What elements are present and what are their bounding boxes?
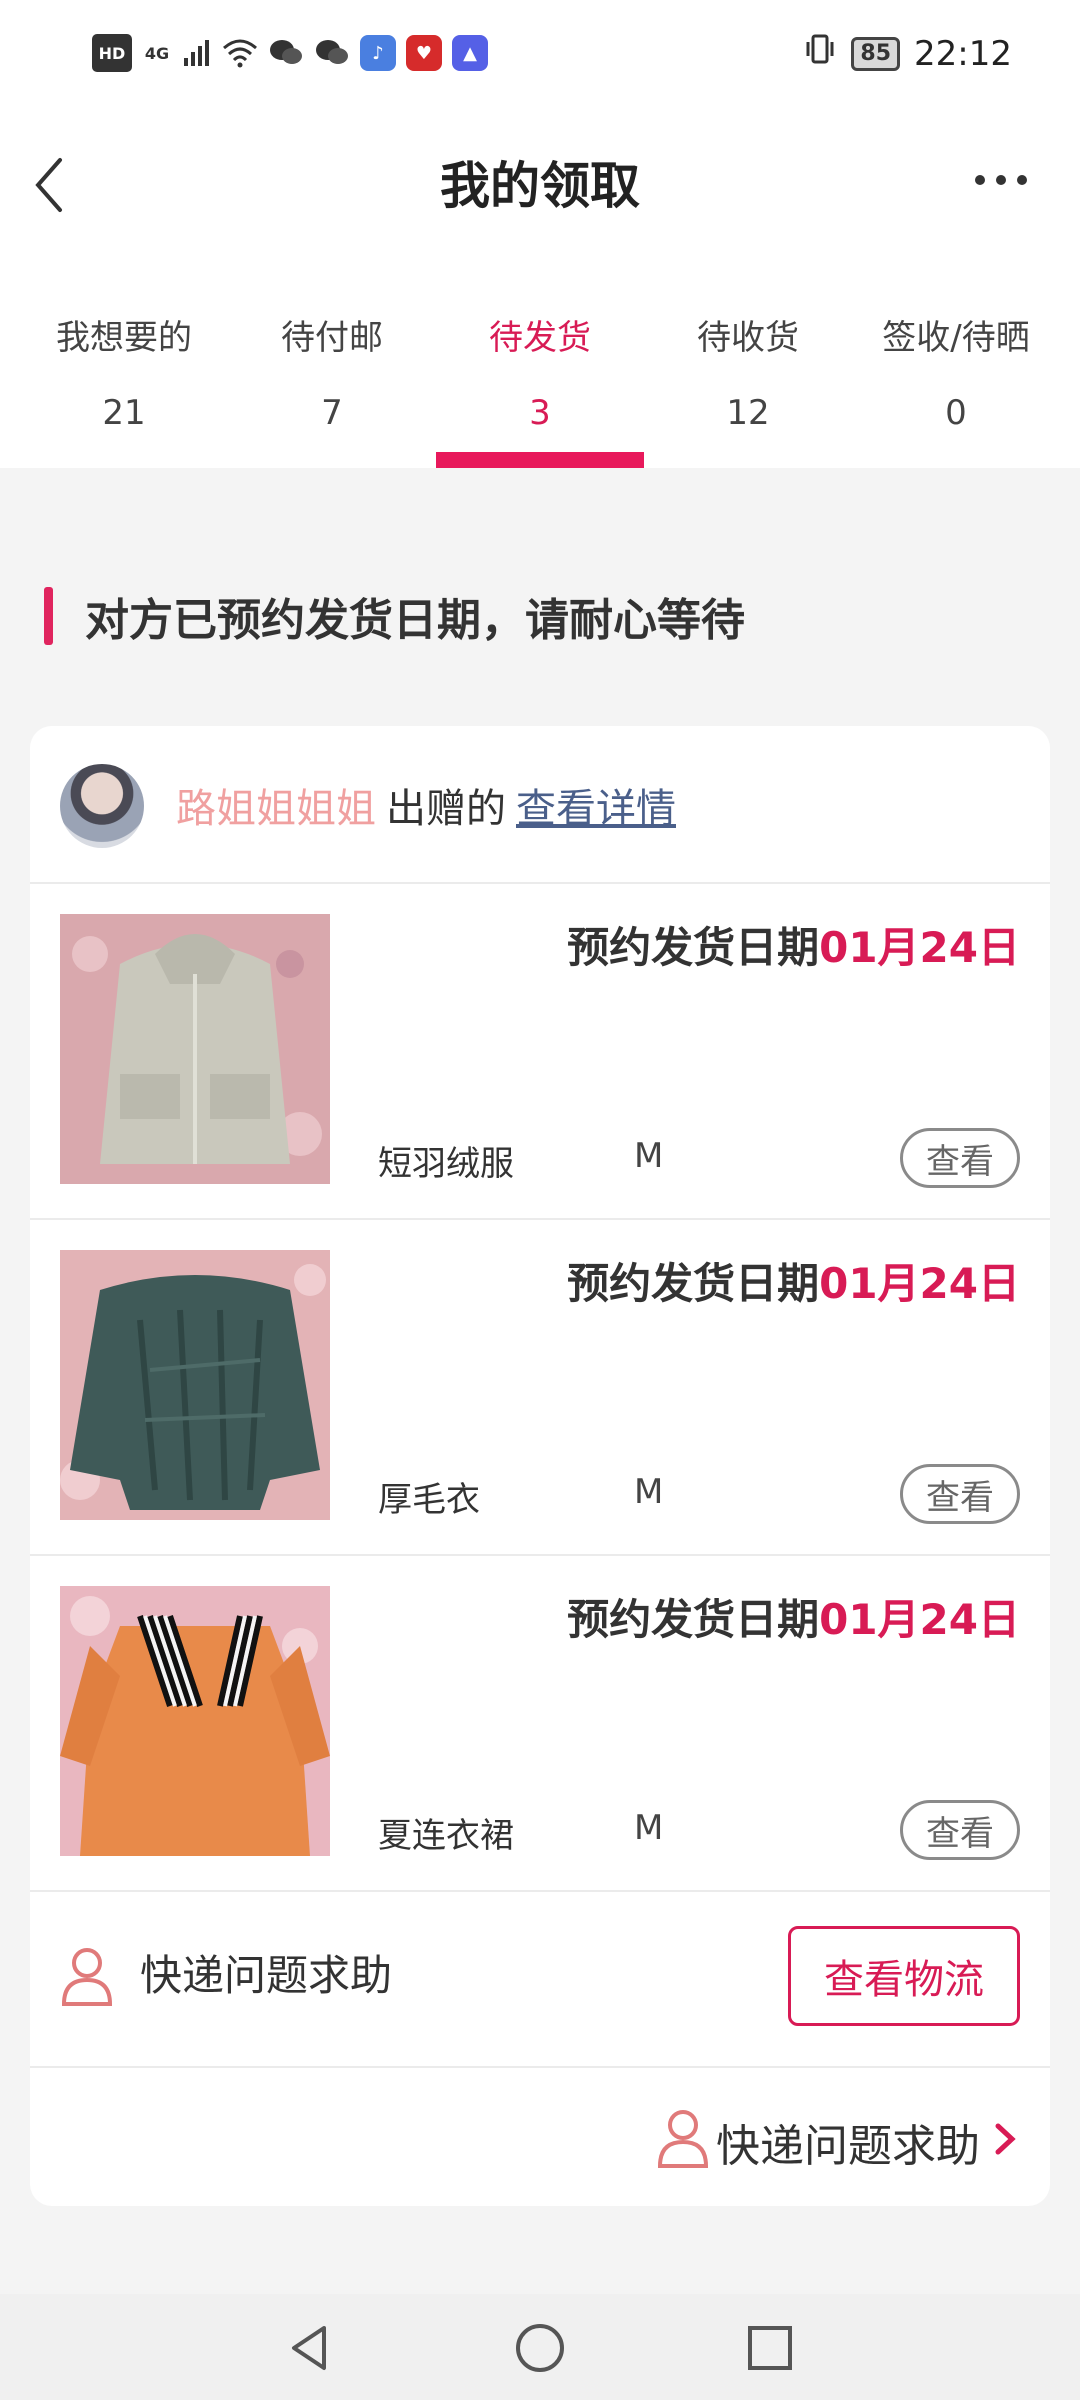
shipping-date: 预约发货日期01月24日 [567,1586,1020,1647]
tab-pending-shipment[interactable]: 待发货 3 [436,260,644,468]
view-button[interactable]: 查看 [900,1464,1020,1524]
item-name: 厚毛衣 [378,1480,480,1520]
view-button[interactable]: 查看 [900,1128,1020,1188]
notice-banner: 对方已预约发货日期，请耐心等待 [44,584,745,648]
chevron-right-icon [990,2114,1020,2164]
nav-recents-icon[interactable] [740,2318,800,2378]
tab-count: 3 [529,393,551,433]
tab-count: 12 [726,393,770,433]
shipping-date-label: 预约发货日期 [567,1595,820,1644]
tab-count: 7 [321,393,343,433]
list-item[interactable]: 预约发货日期01月24日 夏连衣裙 M 查看 [30,1556,1050,1892]
item-name: 夏连衣裙 [378,1816,514,1856]
item-size: M [634,1472,664,1512]
tab-label: 待收货 [697,318,799,358]
giver-row: 路姐姐姐姐 出赠的 查看详情 [30,726,1050,884]
tab-pending-receipt[interactable]: 待收货 12 [644,260,852,468]
tab-wanted[interactable]: 我想要的 21 [20,260,228,468]
giver-suffix: 出赠的 [386,786,506,832]
tab-label: 我想要的 [56,318,192,358]
item-photo [60,1250,330,1520]
shipping-date-label: 预约发货日期 [567,1259,820,1308]
item-size: M [634,1808,664,1848]
network-indicator: 4G [144,43,170,63]
tab-label: 待发货 [489,318,591,358]
vibrate-icon [803,32,837,75]
tab-signed-to-share[interactable]: 签收/待晒 0 [852,260,1060,468]
status-right: 85 22:12 [803,32,1012,75]
system-nav-bar [0,2294,1080,2400]
wechat-icon [268,36,304,70]
list-item[interactable]: 预约发货日期01月24日 厚毛衣 M 查看 [30,1220,1050,1556]
shipping-date: 预约发货日期01月24日 [567,914,1020,975]
header: 我的领取 [0,110,1080,260]
item-name: 短羽绒服 [378,1144,514,1184]
red-app-icon: ♥ [406,35,442,71]
more-dots-icon[interactable] [966,160,1036,200]
hd-indicator: HD [92,34,132,72]
active-tab-indicator [436,452,644,468]
help-row: 快递问题求助 查看物流 [30,1894,1050,2068]
nav-back-icon[interactable] [280,2318,340,2378]
item-photo [60,1586,330,1856]
tab-label: 签收/待晒 [882,318,1030,358]
view-button[interactable]: 查看 [900,1800,1020,1860]
status-tabs: 我想要的 21 待付邮 7 待发货 3 待收货 12 签收/待晒 0 [0,260,1080,468]
giver-name[interactable]: 路姐姐姐姐 [176,786,376,832]
shipping-date-value: 01月24日 [819,923,1020,972]
status-bar: HD 4G ♪ ♥ ▲ 85 22:12 [0,0,1080,110]
view-logistics-button[interactable]: 查看物流 [788,1926,1020,2026]
list-item[interactable]: 预约发货日期01月24日 短羽绒服 M 查看 [30,884,1050,1220]
notice-accent-bar [44,587,53,645]
wechat-icon [314,36,350,70]
tab-count: 21 [102,393,146,433]
status-icons: HD 4G ♪ ♥ ▲ [92,34,488,72]
wifi-icon [222,36,258,70]
help-link-row[interactable]: 快递问题求助 [30,2068,1050,2206]
express-help-label[interactable]: 快递问题求助 [140,1942,392,2003]
notice-text: 对方已预约发货日期，请耐心等待 [85,595,745,646]
battery-indicator: 85 [851,36,901,71]
shipping-date-value: 01月24日 [819,1259,1020,1308]
express-help-link[interactable]: 快递问题求助 [716,2110,980,2174]
person-icon [656,2108,710,2168]
shipping-date-value: 01月24日 [819,1595,1020,1644]
tab-pending-postage[interactable]: 待付邮 7 [228,260,436,468]
item-size: M [634,1136,664,1176]
shipping-date: 预约发货日期01月24日 [567,1250,1020,1311]
signal-icon [182,36,212,70]
view-details-link[interactable]: 查看详情 [516,786,676,832]
tab-label: 待付邮 [281,318,383,358]
giver-line: 路姐姐姐姐 出赠的 查看详情 [176,776,676,834]
tab-count: 0 [945,393,967,433]
avatar[interactable] [60,764,144,848]
education-app-icon: ▲ [452,35,488,71]
clock: 22:12 [914,33,1012,74]
shipping-date-label: 预约发货日期 [567,923,820,972]
music-app-icon: ♪ [360,35,396,71]
order-card: 路姐姐姐姐 出赠的 查看详情 预约发货日期01月24日 短羽绒服 M 查看 预约… [30,726,1050,2206]
person-icon [60,1946,114,2006]
nav-home-icon[interactable] [510,2318,570,2378]
item-photo [60,914,330,1184]
page-title: 我的领取 [440,157,640,215]
